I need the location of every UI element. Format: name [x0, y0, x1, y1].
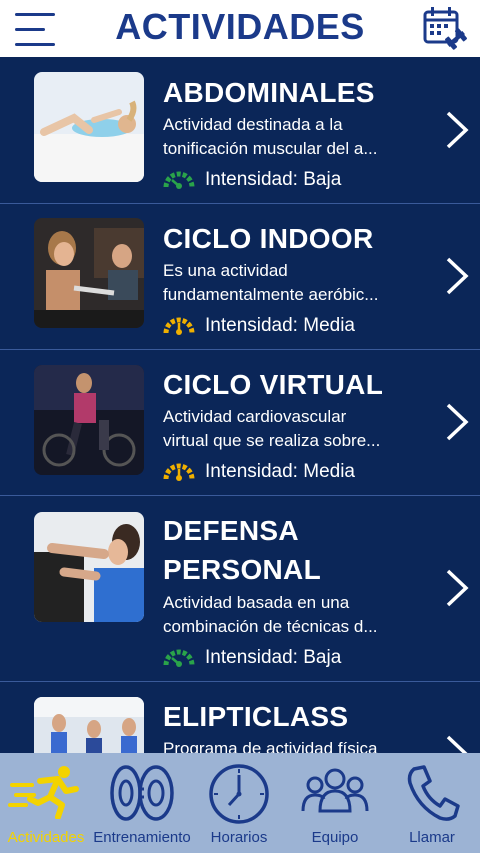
activity-photo	[34, 512, 144, 622]
activity-description: fundamentalmente aeróbic...	[163, 285, 379, 304]
activity-item-ciclo-indoor[interactable]: CICLO INDOOR Es una actividad fundamenta…	[0, 204, 480, 350]
team-icon	[301, 768, 369, 813]
activity-item-defensa-personal[interactable]: DEFENSA PERSONAL Actividad basada en una…	[0, 496, 480, 682]
tab-label: Horarios	[210, 829, 268, 846]
tab-horarios[interactable]: Horarios	[192, 753, 286, 853]
activity-photo	[34, 72, 144, 182]
activity-description: Actividad basada en una	[163, 593, 350, 612]
chevron-right-icon[interactable]	[444, 256, 470, 296]
tab-actividades[interactable]: Actividades	[0, 753, 92, 853]
chevron-right-icon[interactable]	[444, 110, 470, 150]
activity-intensity: Intensidad: Baja	[163, 167, 341, 193]
activity-intensity: Intensidad: Baja	[163, 645, 341, 671]
activity-name: ABDOMINALES	[163, 77, 375, 108]
phone-icon	[407, 765, 460, 821]
activity-name: CICLO VIRTUAL	[163, 369, 384, 400]
intensity-gauge-medium-icon	[163, 463, 195, 481]
intensity-label: Intensidad: Media	[205, 315, 355, 336]
tab-label: Equipo	[311, 829, 359, 846]
activity-item-ciclo-virtual[interactable]: CICLO VIRTUAL Actividad cardiovascular v…	[0, 350, 480, 496]
tab-equipo[interactable]: Equipo	[286, 753, 384, 853]
activity-description: virtual que se realiza sobre...	[163, 431, 381, 450]
intensity-label: Intensidad: Baja	[205, 647, 342, 668]
activity-name: DEFENSA	[163, 515, 299, 546]
tab-label: Entrenamiento	[93, 829, 191, 846]
activity-photo	[34, 365, 144, 475]
bottom-tab-bar: Actividades Entrenamiento Horarios Equip…	[0, 753, 480, 853]
chevron-right-icon[interactable]	[444, 734, 470, 753]
activity-description: combinación de técnicas d...	[163, 617, 378, 636]
activity-description: Programa de actividad física	[163, 739, 378, 753]
activities-list[interactable]: ABDOMINALES Actividad destinada a la ton…	[0, 57, 480, 753]
weights-icon	[110, 765, 174, 821]
activity-name: ELIPTICLASS	[163, 701, 349, 732]
activity-intensity: Intensidad: Media	[163, 459, 355, 485]
tab-entrenamiento[interactable]: Entrenamiento	[92, 753, 192, 853]
runner-icon	[8, 766, 79, 819]
intensity-gauge-medium-icon	[163, 317, 195, 335]
clock-icon	[209, 764, 269, 824]
calendar-fitness-icon[interactable]	[420, 4, 468, 52]
activity-name: PERSONAL	[163, 554, 321, 585]
tab-llamar[interactable]: Llamar	[384, 753, 480, 853]
activity-photo	[34, 218, 144, 328]
intensity-gauge-low-icon	[163, 171, 195, 189]
activity-description: Actividad cardiovascular	[163, 407, 347, 426]
tab-label: Llamar	[409, 829, 455, 846]
tab-label: Actividades	[7, 829, 85, 846]
activity-name: CICLO INDOOR	[163, 223, 374, 254]
activity-description: Actividad destinada a la	[163, 115, 343, 134]
intensity-label: Intensidad: Baja	[205, 169, 342, 190]
intensity-label: Intensidad: Media	[205, 461, 355, 482]
activity-intensity: Intensidad: Media	[163, 313, 355, 339]
chevron-right-icon[interactable]	[444, 402, 470, 442]
activity-item-abdominales[interactable]: ABDOMINALES Actividad destinada a la ton…	[0, 57, 480, 204]
activity-photo	[34, 697, 144, 753]
chevron-right-icon[interactable]	[444, 568, 470, 608]
app-header: ACTIVIDADES	[0, 0, 480, 57]
activity-description: tonificación muscular del a...	[163, 139, 378, 158]
page-title: ACTIVIDADES	[115, 6, 365, 47]
intensity-gauge-low-icon	[163, 649, 195, 667]
activity-description: Es una actividad	[163, 261, 288, 280]
activity-item-elipticlass[interactable]: ELIPTICLASS Programa de actividad física	[0, 682, 480, 753]
